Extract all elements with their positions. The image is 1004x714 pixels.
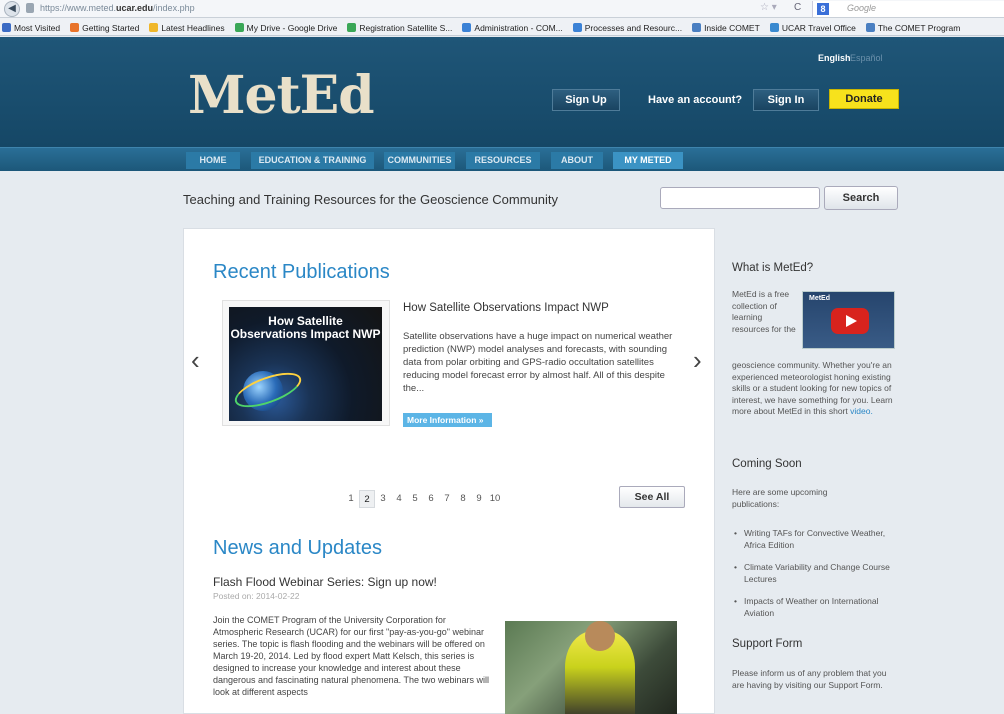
bookmark-item[interactable]: UCAR Travel Office [768,19,856,35]
page-3-link[interactable]: 3 [375,490,391,508]
bookmark-label: Getting Started [82,23,140,33]
bookmark-item[interactable]: Processes and Resourc... [571,19,683,35]
bookmark-label: Most Visited [14,23,61,33]
lang-spanish-link[interactable]: Español [850,53,883,63]
news-photo [505,621,677,714]
bookmark-item[interactable]: Latest Headlines [147,19,225,35]
page-10-link[interactable]: 10 [487,490,503,508]
page-1-link[interactable]: 1 [343,490,359,508]
page-9-link[interactable]: 9 [471,490,487,508]
nav-resources[interactable]: RESOURCES [466,152,540,169]
bookmark-item[interactable]: The COMET Program [864,19,961,35]
back-arrow-icon[interactable]: ◀ [4,1,20,17]
sign-up-button[interactable]: Sign Up [552,89,620,111]
bookmark-label: Latest Headlines [161,23,225,33]
publication-title[interactable]: How Satellite Observations Impact NWP [403,302,609,314]
bookmark-icon [2,23,11,32]
bookmark-icon [572,23,582,32]
browser-url-bar: ◀ https://www.meted.ucar.edu/index.php ☆… [0,0,1004,18]
page-6-link[interactable]: 6 [423,490,439,508]
bookmark-icon [149,23,159,32]
bookmark-icon [462,23,472,32]
news-date: Posted on: 2014-02-22 [213,591,300,601]
nav-about[interactable]: ABOUT [551,152,603,169]
search-button[interactable]: Search [824,186,898,210]
see-all-button[interactable]: See All [619,486,685,508]
bookmark-label: Administration - COM... [474,23,563,33]
bookmark-label: My Drive - Google Drive [246,23,338,33]
news-updates-heading: News and Updates [213,537,382,559]
support-form-text[interactable]: Please inform us of any problem that you… [732,668,897,691]
more-information-button[interactable]: More Information » [403,413,492,427]
bookmark-icon [234,23,244,32]
nav-education-training[interactable]: EDUCATION & TRAINING [251,152,374,169]
coming-soon-item[interactable]: Impacts of Weather on International Avia… [732,596,897,619]
news-body: Join the COMET Program of the University… [213,615,490,697]
thumbnail-caption: How Satellite Observations Impact NWP [230,314,381,341]
nav-home[interactable]: HOME [186,152,240,169]
bookmark-item[interactable]: My Drive - Google Drive [233,19,338,35]
coming-soon-list: Writing TAFs for Convective Weather, Afr… [732,528,897,630]
recent-publications-heading: Recent Publications [213,261,390,283]
bookmark-label: Registration Satellite S... [359,23,453,33]
lang-english-link[interactable]: English [818,53,851,63]
coming-soon-heading: Coming Soon [732,458,802,470]
page-7-link[interactable]: 7 [439,490,455,508]
coming-soon-item[interactable]: Writing TAFs for Convective Weather, Afr… [732,528,897,551]
publication-thumbnail[interactable]: How Satellite Observations Impact NWP [229,307,382,421]
play-icon[interactable] [831,308,869,334]
lock-icon [26,3,34,13]
head-graphic [585,621,615,651]
support-form-heading: Support Form [732,638,803,650]
carousel-prev-icon[interactable]: ‹ [191,345,200,376]
bookmarks-toolbar: Most Visited Getting Started Latest Headli… [0,18,1004,36]
bookmark-label: The COMET Program [877,23,961,33]
search-placeholder: Google [847,3,877,13]
site-search-input[interactable] [660,187,820,209]
meted-logo[interactable]: MetEd [188,65,375,126]
page-2-link[interactable]: 2 [359,490,375,508]
bookmark-item[interactable]: Inside COMET [690,19,760,35]
what-is-meted-heading: What is MetEd? [732,262,814,274]
video-link[interactable]: video. [850,406,873,416]
coming-soon-intro: Here are some upcoming publications: [732,487,828,509]
browser-search-field[interactable]: 8 Google [812,1,1004,17]
page-5-link[interactable]: 5 [407,490,423,508]
publication-description: Satellite observations have a huge impac… [403,331,673,394]
nav-my-meted[interactable]: MY METED [613,152,683,169]
have-account-label: Have an account? [648,94,743,106]
carousel-next-icon[interactable]: › [693,345,702,376]
news-title[interactable]: Flash Flood Webinar Series: Sign up now! [213,575,437,589]
what-is-meted-text: geoscience community. Whether you're an … [732,360,893,416]
bookmark-label: UCAR Travel Office [781,23,856,33]
url-field[interactable]: https://www.meted.ucar.edu/index.php [40,3,195,13]
page-4-link[interactable]: 4 [391,490,407,508]
bookmark-icon [70,23,80,32]
bookmark-label: Inside COMET [704,23,760,33]
donate-button[interactable]: Donate [829,89,899,109]
bookmark-icon [769,23,779,32]
google-icon: 8 [817,3,829,15]
bookmark-icon [865,23,875,32]
video-caption: MetEd [809,295,830,302]
bookmark-item[interactable]: Administration - COM... [460,19,563,35]
meted-video-thumbnail[interactable]: MetEd [802,291,895,349]
what-is-meted-intro: MetEd is a free collection of learning r… [732,289,796,334]
nav-communities[interactable]: COMMUNITIES [384,152,455,169]
coming-soon-item[interactable]: Climate Variability and Change Course Le… [732,562,897,585]
bookmark-star-icon[interactable]: ☆ ▾ [760,2,777,13]
bookmark-icon [692,23,702,32]
bookmark-item[interactable]: Most Visited [0,19,61,35]
bookmark-label: Processes and Resourc... [584,23,683,33]
page-8-link[interactable]: 8 [455,490,471,508]
sign-in-button[interactable]: Sign In [753,89,819,111]
site-tagline: Teaching and Training Resources for the … [183,192,559,207]
main-nav: HOME EDUCATION & TRAINING COMMUNITIES RE… [0,147,1004,171]
bookmark-icon [347,23,357,32]
bookmark-item[interactable]: Registration Satellite S... [345,19,453,35]
reload-icon[interactable]: C [794,2,801,13]
bookmark-item[interactable]: Getting Started [68,19,140,35]
